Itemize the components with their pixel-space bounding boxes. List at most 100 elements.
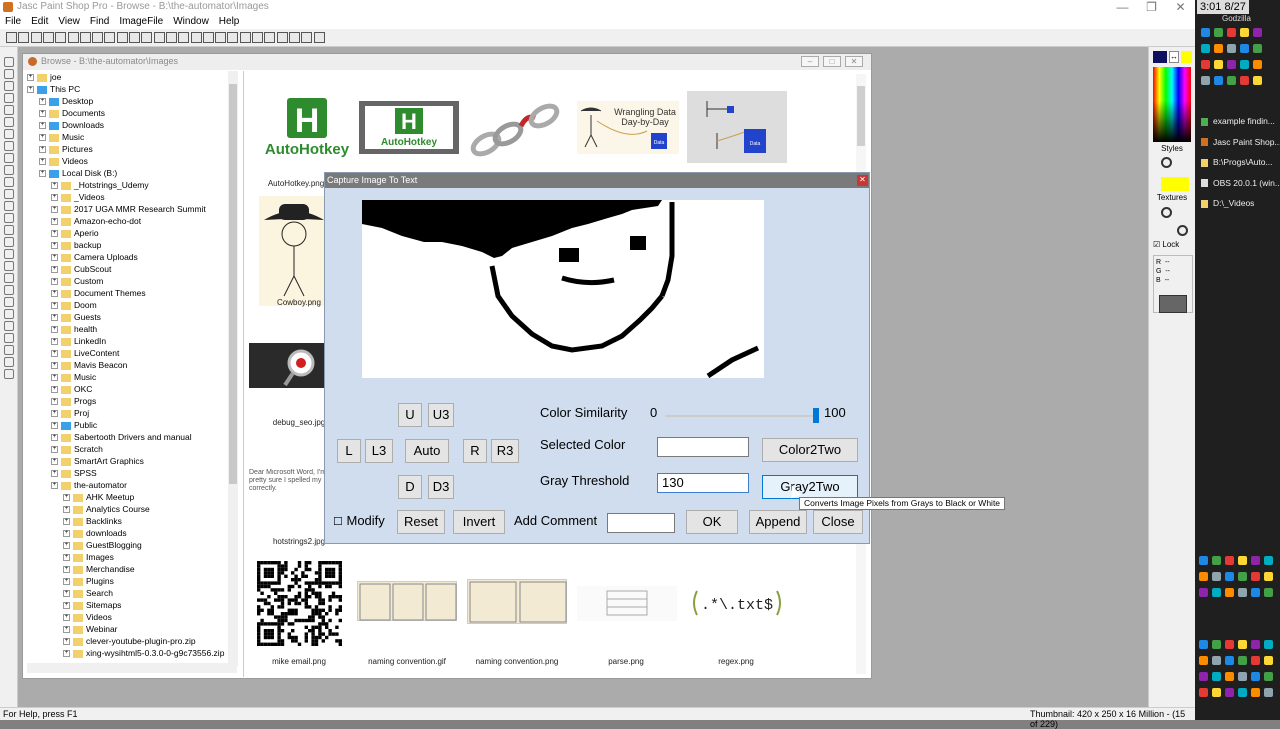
- expand-icon[interactable]: +: [51, 218, 58, 226]
- expand-icon[interactable]: +: [51, 338, 58, 346]
- left3-button[interactable]: L3: [365, 439, 393, 463]
- tree-item[interactable]: + Public: [51, 419, 97, 431]
- tree-item[interactable]: + Sitemaps: [63, 599, 121, 611]
- expand-icon[interactable]: +: [63, 494, 70, 502]
- tray-app-icon[interactable]: [1225, 640, 1234, 649]
- taskbar-item[interactable]: example findin...: [1201, 116, 1275, 126]
- tool-icon[interactable]: [4, 69, 14, 79]
- tray-app-icon[interactable]: [1238, 556, 1247, 565]
- background-color-swatch[interactable]: [1181, 51, 1192, 63]
- auto-button[interactable]: Auto: [405, 439, 449, 463]
- tree-item[interactable]: + Videos: [39, 155, 88, 167]
- tray-app-icon[interactable]: [1251, 572, 1260, 581]
- toolbar-icon[interactable]: [301, 32, 313, 43]
- expand-icon[interactable]: +: [51, 434, 58, 442]
- toolbar-icon[interactable]: [141, 32, 153, 43]
- tree-item[interactable]: + Music: [39, 131, 84, 143]
- toolbar-icon[interactable]: [313, 32, 325, 43]
- tool-icon[interactable]: [4, 321, 14, 331]
- thumbnail-data-sketch[interactable]: Data: [687, 91, 787, 163]
- tool-icon[interactable]: [4, 213, 14, 223]
- tray-app-icon[interactable]: [1240, 28, 1249, 37]
- expand-icon[interactable]: +: [51, 266, 58, 274]
- thumbnail-chain[interactable]: [466, 96, 571, 161]
- toolbar-icon[interactable]: [264, 32, 276, 43]
- tool-icon[interactable]: [4, 81, 14, 91]
- tree-item[interactable]: + Backlinks: [63, 515, 122, 527]
- toolbar-icon[interactable]: [42, 32, 54, 43]
- tool-icon[interactable]: [4, 177, 14, 187]
- tree-item[interactable]: + _Videos: [51, 191, 105, 203]
- tray-app-icon[interactable]: [1253, 76, 1262, 85]
- expand-icon[interactable]: +: [51, 362, 58, 370]
- expand-icon[interactable]: +: [63, 602, 70, 610]
- tray-app-icon[interactable]: [1199, 656, 1208, 665]
- taskbar-item[interactable]: D:\_Videos: [1201, 198, 1254, 208]
- tray-app-icon[interactable]: [1199, 572, 1208, 581]
- right3-button[interactable]: R3: [491, 439, 519, 463]
- tree-item[interactable]: + Camera Uploads: [51, 251, 138, 263]
- textures-none-icon-2[interactable]: [1177, 225, 1188, 236]
- tray-app-icon[interactable]: [1212, 556, 1221, 565]
- expand-icon[interactable]: +: [63, 554, 70, 562]
- expand-icon[interactable]: +: [27, 86, 34, 94]
- tray-app-icon[interactable]: [1251, 656, 1260, 665]
- tray-app-icon[interactable]: [1201, 44, 1210, 53]
- foreground-color-swatch[interactable]: [1153, 51, 1167, 63]
- expand-icon[interactable]: +: [51, 206, 58, 214]
- tree-item[interactable]: + Documents: [39, 107, 105, 119]
- expand-icon[interactable]: +: [51, 182, 58, 190]
- tool-icon[interactable]: [4, 249, 14, 259]
- toolbar-icon[interactable]: [104, 32, 116, 43]
- expand-icon[interactable]: +: [51, 398, 58, 406]
- tray-app-icon[interactable]: [1214, 76, 1223, 85]
- tool-icon[interactable]: [4, 165, 14, 175]
- menu-window[interactable]: Window: [168, 16, 214, 27]
- tree-item[interactable]: + Analytics Course: [63, 503, 150, 515]
- tray-app-icon[interactable]: [1214, 60, 1223, 69]
- expand-icon[interactable]: +: [63, 542, 70, 550]
- expand-icon[interactable]: +: [51, 410, 58, 418]
- styles-none-icon[interactable]: [1161, 157, 1172, 168]
- expand-icon[interactable]: +: [63, 638, 70, 646]
- minimize-icon[interactable]: —: [1108, 0, 1137, 14]
- restore-icon[interactable]: ❐: [1137, 0, 1166, 14]
- tray-app-icon[interactable]: [1212, 672, 1221, 681]
- tray-app-icon[interactable]: [1199, 688, 1208, 697]
- expand-icon[interactable]: +: [63, 518, 70, 526]
- expand-icon[interactable]: +: [27, 74, 34, 82]
- tray-app-icon[interactable]: [1264, 672, 1273, 681]
- tray-app-icon[interactable]: [1264, 640, 1273, 649]
- expand-icon[interactable]: +: [63, 650, 70, 658]
- reset-button[interactable]: Reset: [397, 510, 445, 534]
- tray-app-icon[interactable]: [1238, 688, 1247, 697]
- toolbar-icon[interactable]: [116, 32, 128, 43]
- tray-app-icon[interactable]: [1238, 572, 1247, 581]
- tray-app-icon[interactable]: [1227, 44, 1236, 53]
- tool-icon[interactable]: [4, 345, 14, 355]
- menu-find[interactable]: Find: [85, 16, 114, 27]
- expand-icon[interactable]: +: [51, 194, 58, 202]
- tree-item[interactable]: + Aperio: [51, 227, 99, 239]
- tree-item[interactable]: + GuestBlogging: [63, 539, 142, 551]
- expand-icon[interactable]: +: [51, 230, 58, 238]
- tray-app-icon[interactable]: [1225, 556, 1234, 565]
- tree-item[interactable]: + Proj: [51, 407, 89, 419]
- thumbnail-wrangling-data[interactable]: Wrangling Data Day-by-Day Data: [577, 101, 679, 154]
- tray-app-icon[interactable]: [1214, 44, 1223, 53]
- tray-app-icon[interactable]: [1225, 656, 1234, 665]
- tool-icon[interactable]: [4, 333, 14, 343]
- tray-app-icon[interactable]: [1253, 60, 1262, 69]
- tree-item[interactable]: + health: [51, 323, 97, 335]
- taskbar-item[interactable]: OBS 20.0.1 (win...: [1201, 178, 1280, 188]
- tool-icon[interactable]: [4, 201, 14, 211]
- thumbnail-debug-seo[interactable]: [249, 343, 324, 388]
- color-similarity-slider-thumb[interactable]: [813, 408, 819, 423]
- swap-colors-icon[interactable]: ↔: [1169, 51, 1179, 63]
- up-button[interactable]: U: [398, 403, 422, 427]
- tree-item[interactable]: + Music: [51, 371, 96, 383]
- tree-item[interactable]: + Sabertooth Drivers and manual: [51, 431, 192, 443]
- tree-item[interactable]: + LinkedIn: [51, 335, 106, 347]
- tray-app-icon[interactable]: [1225, 688, 1234, 697]
- tray-app-icon[interactable]: [1227, 60, 1236, 69]
